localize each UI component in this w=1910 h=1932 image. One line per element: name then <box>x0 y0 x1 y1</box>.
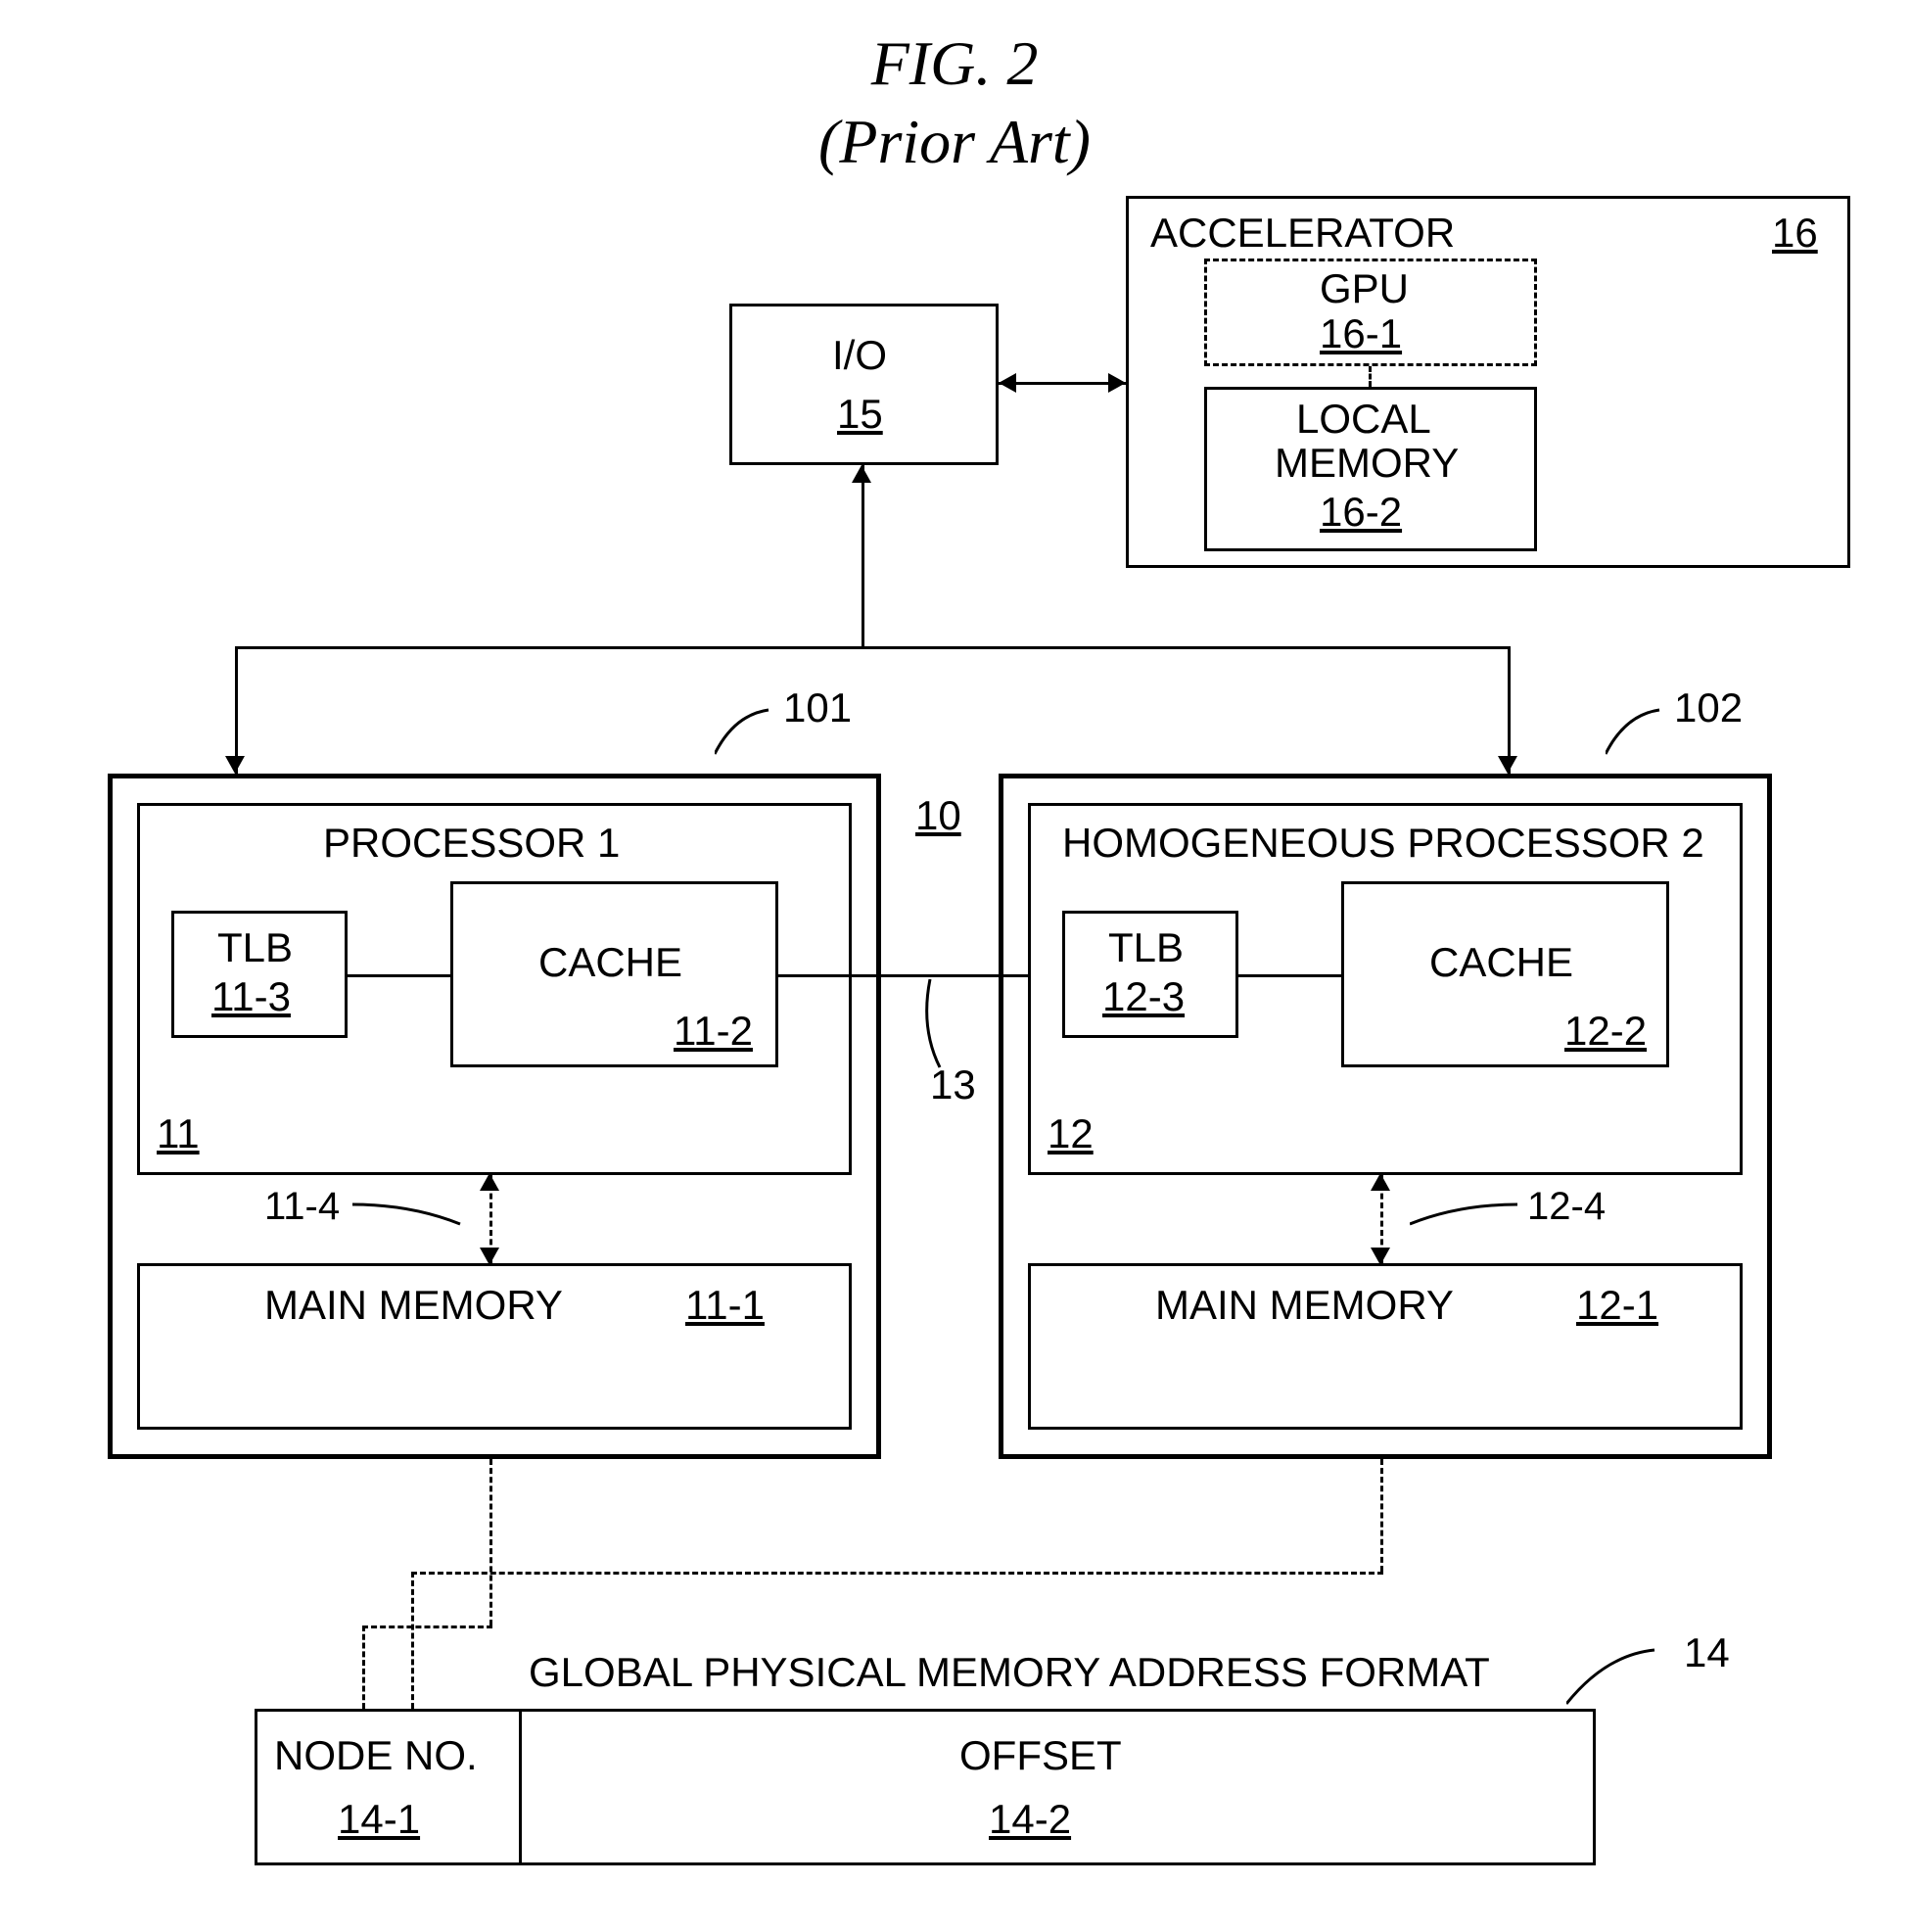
link2-ref: 12-4 <box>1527 1185 1606 1228</box>
cache1-ref: 11-2 <box>674 1009 753 1054</box>
mem2-addr-v <box>1380 1459 1383 1572</box>
addr-offset-ref: 14-2 <box>989 1797 1071 1842</box>
leader-12-4 <box>1410 1195 1527 1244</box>
localmem-ref: 16-2 <box>1320 490 1402 535</box>
io-ref: 15 <box>837 392 883 437</box>
tlb2-cache2-line <box>1238 974 1341 977</box>
gpu-ref: 16-1 <box>1320 311 1402 356</box>
mid-ref: 10 <box>915 793 961 838</box>
io-box <box>729 304 999 465</box>
node2-outer-ref: 102 <box>1674 685 1743 730</box>
node1-outer-ref: 101 <box>783 685 852 730</box>
leader-11-4 <box>352 1195 470 1244</box>
bus-arrow-2 <box>1498 756 1517 774</box>
tlb2-ref: 12-3 <box>1102 974 1185 1019</box>
interproc-line <box>778 974 1028 977</box>
gpu-localmem-link <box>1369 366 1372 387</box>
proc1-mem1-arr-u <box>480 1173 499 1191</box>
localmem-label1: LOCAL <box>1296 397 1431 442</box>
io-bus-arrow <box>852 465 871 483</box>
cache2-ref: 12-2 <box>1564 1009 1647 1054</box>
tlb1-cache1-line <box>348 974 450 977</box>
bus-ref: 13 <box>930 1062 976 1107</box>
proc1-mem1-arr-d <box>480 1248 499 1265</box>
figure-subtitle: (Prior Art) <box>666 108 1243 176</box>
tlb1-ref: 11-3 <box>211 974 291 1019</box>
cache2-label: CACHE <box>1429 940 1573 985</box>
addr-node-ref: 14-1 <box>338 1797 420 1842</box>
proc2-title: HOMOGENEOUS PROCESSOR 2 <box>1062 821 1704 866</box>
io-bus-line <box>862 465 864 646</box>
bus-down-1 <box>235 646 238 774</box>
bus-arrow-1 <box>225 756 245 774</box>
io-accel-line <box>999 382 1126 385</box>
mem2-label: MAIN MEMORY <box>1155 1283 1454 1328</box>
mem2-addr-v2 <box>411 1572 414 1709</box>
addr-offset-label: OFFSET <box>959 1733 1122 1778</box>
mem1-label: MAIN MEMORY <box>264 1283 563 1328</box>
gpu-label: GPU <box>1320 266 1409 311</box>
top-bus-line <box>235 646 1508 649</box>
mem1-ref: 11-1 <box>685 1283 765 1328</box>
addr-node-label: NODE NO. <box>274 1733 478 1778</box>
diagram-canvas: FIG. 2 (Prior Art) ACCELERATOR 16 GPU 16… <box>0 0 1910 1932</box>
tlb1-label: TLB <box>217 925 293 970</box>
mem2-ref: 12-1 <box>1576 1283 1658 1328</box>
accelerator-ref: 16 <box>1772 211 1818 256</box>
proc2-mem2-arr-d <box>1371 1248 1390 1265</box>
localmem-label2: MEMORY <box>1275 441 1459 486</box>
leader-14 <box>1566 1640 1703 1719</box>
proc1-title: PROCESSOR 1 <box>323 821 620 866</box>
io-accel-arrow-r <box>1108 373 1126 393</box>
proc2-mem2-arr-u <box>1371 1173 1390 1191</box>
io-accel-arrow-l <box>999 373 1016 393</box>
tlb2-label: TLB <box>1108 925 1184 970</box>
proc2-ref: 12 <box>1048 1111 1094 1156</box>
cache1-label: CACHE <box>538 940 682 985</box>
mem2-addr-h <box>411 1572 1383 1575</box>
addr-divider <box>519 1709 522 1865</box>
proc1-ref: 11 <box>157 1111 200 1156</box>
accelerator-title: ACCELERATOR <box>1150 211 1455 256</box>
addr-title: GLOBAL PHYSICAL MEMORY ADDRESS FORMAT <box>529 1650 1490 1695</box>
figure-title: FIG. 2 <box>744 29 1165 98</box>
bus-down-2 <box>1508 646 1511 774</box>
addr-ref: 14 <box>1684 1630 1730 1675</box>
link1-ref: 11-4 <box>264 1185 340 1228</box>
mem1-addr-v2 <box>362 1626 365 1709</box>
io-label: I/O <box>832 333 887 378</box>
mem1-addr-h <box>362 1626 492 1628</box>
mem1-addr-v <box>489 1459 492 1626</box>
